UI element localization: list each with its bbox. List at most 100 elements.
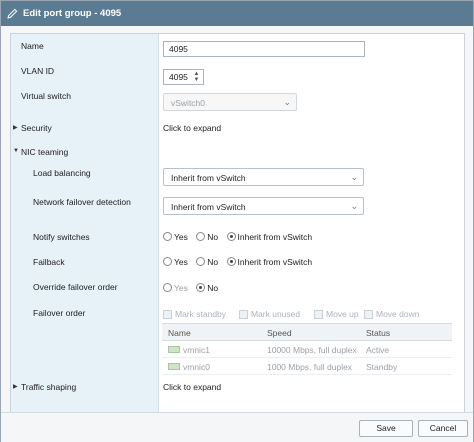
mark-unused-button[interactable]: Mark unused (239, 309, 300, 319)
nic-speed-cell: 10000 Mbps, full duplex (267, 345, 357, 355)
radio-icon[interactable] (163, 283, 172, 292)
column-header-name[interactable]: Name (168, 328, 191, 338)
override-failover-row: Override failover order Yes No (11, 280, 464, 302)
nic-status-cell: Active (366, 345, 390, 355)
security-row[interactable]: ▶ Security Click to expand (11, 121, 464, 141)
radio-icon[interactable] (163, 257, 172, 266)
security-expand-link[interactable]: Click to expand (163, 123, 221, 133)
column-header-status[interactable]: Status (366, 328, 390, 338)
nic-speed-cell: 1000 Mbps, full duplex (267, 362, 353, 372)
mark-unused-label: Mark unused (251, 309, 301, 319)
column-header-speed[interactable]: Speed (267, 328, 292, 338)
name-input[interactable]: 4095 (163, 41, 365, 57)
failback-inherit-option[interactable]: Inherit from vSwitch (226, 257, 313, 267)
cancel-button[interactable]: Cancel (418, 420, 468, 437)
chevron-down-icon: ⌄ (283, 97, 291, 107)
failover-order-table: Name Speed Status vmnic1 10000 Mbps, ful… (162, 323, 452, 375)
notify-switches-label: Notify switches (33, 232, 90, 242)
override-no-option[interactable]: No (196, 283, 218, 293)
nic-teaming-row[interactable]: ▼ NIC teaming (11, 145, 464, 165)
traffic-shaping-expand-link[interactable]: Click to expand (163, 382, 221, 392)
vlan-id-stepper-icon[interactable]: ▲ ▼ (192, 71, 201, 83)
failback-no-label: No (207, 257, 219, 267)
failback-label: Failback (33, 257, 65, 267)
table-header: Name Speed Status (162, 324, 452, 341)
virtual-switch-select: vSwitch0 ⌄ (163, 93, 297, 111)
override-failover-radio-group: Yes No (163, 283, 224, 293)
override-failover-label: Override failover order (33, 282, 118, 292)
name-label: Name (21, 41, 44, 51)
vlan-id-input[interactable]: 4095 ▲ ▼ (163, 69, 204, 85)
move-down-icon (364, 309, 373, 319)
failover-detection-row: Network failover detection Inherit from … (11, 195, 464, 223)
nic-status-cell: Standby (366, 362, 398, 372)
load-balancing-select[interactable]: Inherit from vSwitch ⌄ (163, 168, 364, 186)
dialog-body: Name 4095 VLAN ID 4095 ▲ ▼ Virtual switch… (1, 26, 473, 429)
notify-no-label: No (207, 232, 219, 242)
failover-detection-select[interactable]: Inherit from vSwitch ⌄ (163, 197, 364, 215)
mark-standby-icon (163, 309, 172, 319)
notify-inherit-label: Inherit from vSwitch (237, 232, 313, 242)
radio-selected-icon[interactable] (226, 257, 236, 266)
virtual-switch-label: Virtual switch (21, 91, 71, 101)
failback-inherit-label: Inherit from vSwitch (237, 257, 313, 267)
load-balancing-row: Load balancing Inherit from vSwitch ⌄ (11, 166, 464, 194)
radio-selected-icon[interactable] (226, 232, 236, 241)
notify-yes-label: Yes (174, 232, 188, 242)
virtual-switch-value: vSwitch0 (171, 98, 206, 108)
expand-caret-icon[interactable]: ▶ (13, 124, 18, 131)
network-card-icon (168, 346, 180, 353)
radio-selected-icon[interactable] (196, 283, 206, 292)
notify-no-option[interactable]: No (196, 232, 218, 242)
table-row[interactable]: vmnic0 1000 Mbps, full duplex Standby (162, 359, 452, 375)
radio-icon[interactable] (163, 232, 172, 241)
override-no-label: No (207, 283, 219, 293)
network-card-icon (168, 363, 180, 370)
failback-no-option[interactable]: No (196, 257, 218, 267)
traffic-shaping-row[interactable]: ▶ Traffic shaping Click to expand (11, 380, 464, 400)
failback-yes-label: Yes (174, 257, 188, 267)
vlan-id-row: VLAN ID 4095 ▲ ▼ (11, 64, 464, 85)
virtual-switch-row: Virtual switch vSwitch0 ⌄ (11, 89, 464, 119)
nic-name-cell: vmnic1 (168, 345, 210, 355)
move-up-label: Move up (326, 309, 359, 319)
failback-radio-group: Yes No Inherit from vSwitch (163, 257, 318, 267)
override-yes-label: Yes (174, 283, 188, 293)
collapse-caret-icon[interactable]: ▼ (13, 148, 19, 154)
mark-standby-button[interactable]: Mark standby (163, 309, 226, 319)
chevron-down-icon: ⌄ (350, 201, 358, 211)
dialog-title: Edit port group - 4095 (23, 8, 122, 19)
vlan-id-value: 4095 (169, 72, 188, 82)
dialog-titlebar: Edit port group - 4095 (1, 1, 473, 26)
nic-name: vmnic1 (183, 345, 210, 355)
nic-name: vmnic0 (183, 362, 210, 372)
save-button[interactable]: Save (359, 420, 413, 437)
load-balancing-label: Load balancing (33, 168, 91, 178)
radio-icon[interactable] (196, 232, 206, 241)
override-yes-option[interactable]: Yes (163, 283, 188, 293)
mark-unused-icon (239, 309, 248, 319)
table-row[interactable]: vmnic1 10000 Mbps, full duplex Active (162, 342, 452, 358)
name-row: Name 4095 (11, 39, 464, 59)
failover-detection-label: Network failover detection (33, 197, 131, 207)
move-down-button[interactable]: Move down (364, 309, 419, 319)
edit-port-group-dialog: Edit port group - 4095 Name 4095 VLAN ID… (0, 0, 474, 442)
settings-panel: Name 4095 VLAN ID 4095 ▲ ▼ Virtual switch… (10, 33, 465, 429)
radio-icon[interactable] (196, 257, 206, 266)
security-label: Security (21, 123, 52, 133)
failback-row: Failback Yes No Inherit from vSwitch (11, 255, 464, 277)
notify-inherit-option[interactable]: Inherit from vSwitch (226, 232, 313, 242)
failback-yes-option[interactable]: Yes (163, 257, 188, 267)
move-down-label: Move down (376, 309, 420, 319)
nic-name-cell: vmnic0 (168, 362, 210, 372)
vlan-id-label: VLAN ID (21, 66, 55, 76)
move-up-button[interactable]: Move up (314, 309, 359, 319)
notify-switches-row: Notify switches Yes No Inherit from vSwi… (11, 230, 464, 252)
chevron-down-icon: ⌄ (350, 172, 358, 182)
notify-switches-radio-group: Yes No Inherit from vSwitch (163, 232, 318, 242)
pencil-icon (7, 8, 18, 19)
expand-caret-icon[interactable]: ▶ (13, 383, 18, 390)
failover-detection-value: Inherit from vSwitch (171, 202, 246, 212)
traffic-shaping-label: Traffic shaping (21, 382, 77, 392)
notify-yes-option[interactable]: Yes (163, 232, 188, 242)
